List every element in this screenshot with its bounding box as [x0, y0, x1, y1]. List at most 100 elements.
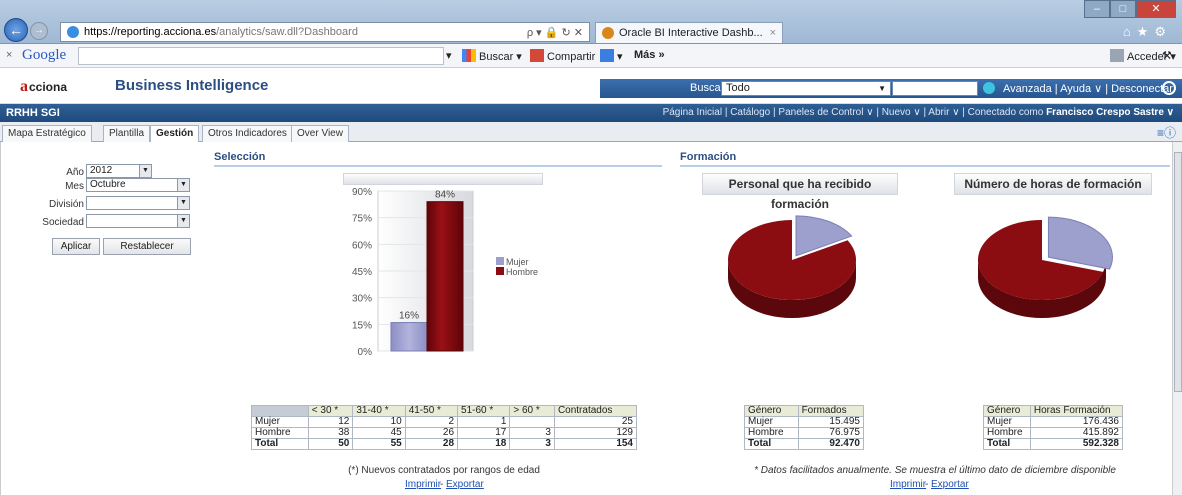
vertical-scrollbar[interactable] — [1172, 142, 1182, 495]
table-cell: 18 — [457, 438, 511, 450]
table-cell: 28 — [404, 438, 459, 450]
month-select[interactable]: Octubre ▼ — [86, 178, 190, 192]
search-dropdown-icon[interactable]: ▾ — [446, 49, 452, 62]
seleccion-note: (*) Nuevos contratados por rangos de eda… — [348, 465, 540, 476]
export-link[interactable]: Exportar — [931, 479, 969, 490]
table-row: Hombre 38 45 26 17 3 129 — [251, 427, 638, 439]
tab-close-icon[interactable]: × — [770, 27, 776, 39]
header-links[interactable]: Avanzada | Ayuda ∨ | Desconectar — [1003, 82, 1173, 95]
tab-over-view[interactable]: Over View — [291, 125, 349, 142]
table-cell: 45 — [352, 427, 406, 439]
data-label: 84% — [435, 190, 455, 201]
oracle-icon — [602, 27, 614, 39]
company-label: Sociedad — [42, 217, 84, 228]
user-name[interactable]: Francisco Crespo Sastre ∨ — [1046, 107, 1174, 118]
table-cell: Hombre — [744, 427, 799, 439]
table-total-row: Total 50 55 28 18 3 154 — [251, 438, 638, 450]
legend-label: Mujer — [506, 257, 529, 267]
legend-swatch — [496, 257, 504, 265]
y-tick-label: 15% — [352, 320, 372, 331]
table-cell: 17 — [457, 427, 511, 439]
division-select[interactable]: ▼ — [86, 196, 190, 210]
toolbar-close-icon[interactable]: × — [6, 49, 12, 61]
table-cell: 2 — [404, 416, 459, 428]
chevron-down-icon: ▼ — [177, 215, 189, 227]
help-icon[interactable]: ≡ⓘ — [1157, 124, 1176, 141]
y-tick-label: 0% — [358, 347, 373, 358]
table-cell: 38 — [307, 427, 354, 439]
tab-mapa-estrategico[interactable]: Mapa Estratégico — [2, 125, 92, 142]
search-label: Buscar — [690, 82, 725, 94]
mas-button[interactable]: Más » — [634, 49, 665, 61]
chevron-down-icon: ▼ — [139, 165, 151, 177]
table-total-row: Total 92.470 — [744, 438, 865, 450]
search-scope-select[interactable]: Todo ▼ — [721, 81, 891, 96]
tab-otros-indicadores[interactable]: Otros Indicadores — [202, 125, 293, 142]
table-cell: 415.892 — [1029, 427, 1124, 439]
table-cell: Total — [744, 438, 799, 450]
print-link[interactable]: Imprimir — [890, 479, 926, 490]
google-search-input[interactable] — [78, 47, 444, 65]
browser-tab[interactable]: Oracle BI Interactive Dashb... × — [595, 22, 783, 43]
url-path: /analytics/saw.dll?Dashboard — [216, 26, 358, 38]
scrollbar-thumb[interactable] — [1174, 152, 1182, 392]
table-header: Horas Formación — [1029, 405, 1124, 417]
buscar-label: Buscar ▾ — [479, 51, 522, 63]
maximize-button[interactable]: □ — [1110, 0, 1136, 18]
table-cell: Hombre — [983, 427, 1031, 439]
table-header: 41-50 * — [404, 405, 459, 417]
table-cell: 76.975 — [797, 427, 865, 439]
formados-table: Género Formados Mujer 15.495 Hombre 76.975 … — [744, 405, 865, 450]
formacion-header: Formación — [680, 151, 1170, 167]
table-cell: 15.495 — [797, 416, 865, 428]
company-select[interactable]: ▼ — [86, 214, 190, 228]
wrench-icon[interactable]: ⚒ — [1162, 49, 1172, 62]
pie-chart-formados — [728, 215, 856, 318]
y-tick-label: 60% — [352, 240, 372, 251]
legend-label: Hombre — [506, 267, 538, 277]
search-scope-value: Todo — [726, 82, 750, 94]
export-link[interactable]: Exportar — [446, 479, 484, 490]
tab-gestion[interactable]: Gestión — [150, 125, 200, 143]
address-bar[interactable]: https://reporting.acciona.es/analytics/s… — [60, 22, 590, 42]
dashboard-nav[interactable]: Página Inicial | Catálogo | Paneles de C… — [663, 107, 1174, 118]
horas-table: Género Horas Formación Mujer 176.436 Hombr… — [983, 405, 1124, 450]
y-tick-label: 45% — [352, 267, 372, 278]
search-go-icon[interactable] — [983, 82, 995, 94]
print-link[interactable]: Imprimir — [405, 479, 441, 490]
user-icon — [1110, 49, 1124, 62]
forward-button[interactable]: → — [30, 22, 48, 40]
translate-button[interactable]: ▾ — [600, 49, 623, 63]
y-tick-label: 30% — [352, 294, 372, 305]
pie-slices — [978, 216, 1113, 318]
address-tools[interactable]: ρ ▾ 🔒 ↻ ✕ — [527, 26, 583, 39]
table-header: Género — [744, 405, 799, 417]
table-cell: 154 — [553, 438, 638, 450]
minimize-button[interactable]: – — [1084, 0, 1110, 18]
apply-button[interactable]: Aplicar — [52, 238, 100, 255]
y-tick-label: 75% — [352, 214, 372, 225]
translate-icon — [600, 49, 614, 62]
dashboard-nav-links[interactable]: Página Inicial | Catálogo | Paneles de C… — [663, 107, 1044, 118]
table-cell: 10 — [352, 416, 406, 428]
reset-button[interactable]: Restablecer — [103, 238, 191, 255]
back-button[interactable]: ← — [4, 18, 28, 42]
tab-plantilla[interactable]: Plantilla — [103, 125, 151, 142]
table-header — [251, 405, 309, 417]
bi-search-input[interactable] — [892, 81, 978, 96]
bar-mujer — [390, 322, 428, 352]
year-select[interactable]: 2012 ▼ — [86, 164, 152, 178]
close-window-button[interactable]: ✕ — [1136, 0, 1176, 18]
home-favorites-settings-icons[interactable]: ⌂★⚙ — [1123, 24, 1172, 40]
month-label: Mes — [65, 181, 84, 192]
link-separator: - — [440, 479, 444, 490]
month-value: Octubre — [90, 179, 126, 190]
table-row: Mujer 176.436 — [983, 416, 1124, 428]
buscar-button[interactable]: Buscar ▾ — [462, 49, 522, 63]
chevron-down-icon: ▼ — [177, 197, 189, 209]
table-header: > 60 * — [509, 405, 555, 417]
table-cell: 176.436 — [1029, 416, 1124, 428]
y-axis-ticks: 0% 15% 30% 45% 60% 75% 90% — [352, 187, 372, 358]
compartir-button[interactable]: Compartir — [530, 49, 595, 63]
dashboard-tabs: Mapa Estratégico Plantilla Gestión Otros… — [0, 122, 1182, 143]
